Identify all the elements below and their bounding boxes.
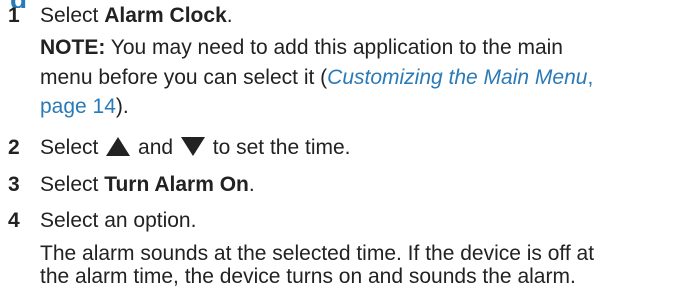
note-label: NOTE: [40, 36, 106, 59]
note-line-2: menu before you can select it (Customizi… [40, 66, 594, 89]
result-line-2: the alarm time, the device turns on and … [40, 265, 576, 288]
step-text: Select and to set the time. [40, 136, 351, 159]
ui-term-turn-alarm-on: Turn Alarm On [104, 173, 249, 196]
step-number: 3 [8, 173, 20, 196]
step-number: 4 [8, 209, 20, 232]
step-number: 2 [8, 136, 20, 159]
down-arrow-icon [180, 137, 205, 156]
note-line-1: NOTE: You may need to add this applicati… [40, 36, 563, 59]
step-number: 1 [8, 4, 20, 27]
page-reference-link[interactable]: page 14 [40, 95, 116, 118]
step-text: Select an option. [40, 209, 197, 232]
note-line-3: page 14). [40, 95, 129, 118]
up-arrow-icon [106, 137, 131, 156]
ui-term-alarm-clock: Alarm Clock [104, 4, 227, 27]
step-text: Select Alarm Clock. [40, 4, 233, 27]
cross-reference-link[interactable]: Customizing the Main Menu, [327, 66, 593, 89]
step-text: Select Turn Alarm On. [40, 173, 255, 196]
